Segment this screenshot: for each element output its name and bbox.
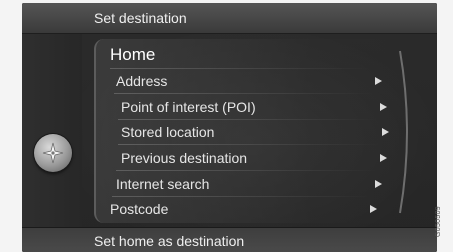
scroll-indicator[interactable] xyxy=(396,47,418,217)
status-text: Set home as destination xyxy=(94,233,245,249)
chevron-right-icon xyxy=(382,128,389,136)
navigation-screen: Set destination Home Address Point of in… xyxy=(22,3,437,252)
page-title: Set destination xyxy=(94,10,187,26)
menu-item-address[interactable]: Address xyxy=(96,69,386,93)
footer-bar: Set home as destination xyxy=(22,227,437,252)
chevron-right-icon xyxy=(370,205,377,213)
chevron-right-icon xyxy=(380,103,387,111)
figure-code-text: G050509 xyxy=(434,206,442,237)
divider xyxy=(118,144,380,145)
menu-item-label: Point of interest (POI) xyxy=(121,99,256,115)
menu-item-stored-location[interactable]: Stored location xyxy=(96,120,389,144)
chevron-right-icon xyxy=(375,77,382,85)
menu-item-internet-search[interactable]: Internet search xyxy=(96,172,386,196)
navigation-knob-icon[interactable] xyxy=(34,134,72,172)
chevron-right-icon xyxy=(380,154,387,162)
header-bar: Set destination xyxy=(22,3,437,34)
menu-item-poi[interactable]: Point of interest (POI) xyxy=(96,95,387,119)
compass-icon xyxy=(42,142,64,164)
menu-item-label: Stored location xyxy=(121,124,215,140)
menu-item-postcode[interactable]: Postcode xyxy=(96,197,386,221)
destination-menu: Home Address Point of interest (POI) Sto… xyxy=(94,39,406,223)
menu-item-label: Address xyxy=(116,73,168,89)
menu-item-label: Previous destination xyxy=(121,150,248,166)
divider xyxy=(116,170,378,171)
menu-item-home[interactable]: Home xyxy=(96,43,386,67)
menu-item-previous-destination[interactable]: Previous destination xyxy=(96,146,387,170)
menu-item-label: Postcode xyxy=(110,201,169,217)
menu-item-label: Home xyxy=(110,45,156,64)
left-rail xyxy=(22,34,82,227)
chevron-right-icon xyxy=(375,180,382,188)
figure-code: G050509 xyxy=(435,200,451,248)
divider xyxy=(114,93,374,94)
menu-item-label: Internet search xyxy=(116,176,210,192)
